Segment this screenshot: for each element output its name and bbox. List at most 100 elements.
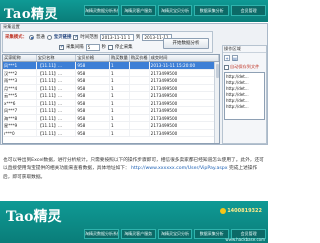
interval-label: 采集间隔 xyxy=(66,45,84,50)
top-menu-item-4[interactable]: 数据采集分析 xyxy=(194,5,230,16)
table-cell: 958 xyxy=(76,62,110,69)
table-cell: 2173499500 xyxy=(150,107,219,114)
footer-menu-item-2[interactable]: 淘精灵客户服务 xyxy=(120,229,156,239)
table-row[interactable]: r***0 【11.11】... 958 1 2173499500 xyxy=(3,129,219,137)
footer-menu-item-1[interactable]: 淘精灵数据分析系统 xyxy=(84,229,119,239)
table-row[interactable]: 海***8 【11.11】... 958 1 2173499500 xyxy=(3,114,219,122)
add-icon[interactable]: + xyxy=(224,55,230,61)
qq-number: 1400819322 xyxy=(227,208,262,214)
url-line: http://det... xyxy=(226,104,249,109)
table-cell: 【11.11】... xyxy=(37,114,77,121)
table-cell xyxy=(130,77,150,84)
side-panel-title: 操作区域 xyxy=(223,46,266,53)
auto-save-label: 自动保存到文件 xyxy=(230,64,260,69)
table-cell: 958 xyxy=(76,77,110,84)
url-list[interactable]: http://det... http://det... http://det..… xyxy=(224,72,265,120)
table-cell: 【11.11】... xyxy=(37,62,77,69)
table-cell: 【11.11】... xyxy=(37,122,77,129)
time-to-label: 到 xyxy=(135,35,141,40)
interval-row: 采集间隔 5 秒 停止采集 xyxy=(59,43,133,51)
table-cell: x***6 xyxy=(3,99,37,106)
table-cell: 1 xyxy=(110,84,130,91)
table-cell: 风***1 xyxy=(3,62,37,69)
app-window: 采集设置 采集模式： 普通 宝贝链接 时间范围 2013-11-11 1 到 2… xyxy=(0,23,268,145)
table-cell xyxy=(130,69,150,76)
col-header-buyer[interactable]: 买家昵称 xyxy=(3,55,37,61)
site-watermark: www.hackbase.com xyxy=(225,237,265,242)
interval-checkbox[interactable] xyxy=(59,44,64,50)
table-row[interactable]: 雨***3 【11.11】... 958 1 2173499500 xyxy=(3,77,219,85)
table-row[interactable]: 风***7 【11.11】... 958 1 2173499500 xyxy=(3,107,219,115)
table-cell xyxy=(130,84,150,91)
table-cell: 958 xyxy=(76,129,110,136)
table-cell: 2013-11-11 15:20:00 xyxy=(150,62,219,69)
table-cell: 【11.11】... xyxy=(37,92,77,99)
auto-save-checkbox[interactable] xyxy=(224,64,229,70)
table-cell xyxy=(130,99,150,106)
table-cell: 2173499500 xyxy=(150,92,219,99)
footer-menu-item-4[interactable]: 数据采集分析 xyxy=(194,229,230,239)
time-range-label: 时间范围 xyxy=(80,35,98,40)
table-cell: 海***8 xyxy=(3,114,37,121)
time-start-field[interactable]: 2013-11-11 1 xyxy=(99,33,134,41)
article-paragraph: 也可以导出到Excel数据，进行分析统计。只需要按照以下的操作步骤即可，相信很多… xyxy=(3,157,265,182)
table-cell: 2173499500 xyxy=(150,99,219,106)
table-cell: 【11.11】... xyxy=(37,99,77,106)
table-cell: 【11.11】... xyxy=(37,84,77,91)
table-row[interactable]: 云***5 【11.11】... 958 1 2173499500 xyxy=(3,92,219,100)
top-menu-item-1[interactable]: 淘精灵数据分析系统 xyxy=(84,5,119,16)
table-cell: 958 xyxy=(76,114,110,121)
table-cell: 2173499500 xyxy=(150,129,219,136)
table-cell: 风***7 xyxy=(3,107,37,114)
list-icon[interactable]: ▤ xyxy=(232,55,238,61)
table-cell: 1 xyxy=(110,122,130,129)
table-cell xyxy=(130,122,150,129)
table-scrollbar[interactable] xyxy=(214,62,219,143)
table-cell: 星***9 xyxy=(3,122,37,129)
footer-banner: Tao精灵 1400819322 淘精灵数据分析系统 淘精灵客户服务 淘精灵宝贝… xyxy=(0,201,268,243)
table-row[interactable]: 月***4 【11.11】... 958 1 2173499500 xyxy=(3,84,219,92)
table-header: 买家昵称 宝贝名称 宝贝价格 购买数量 购买价格 成交时间 xyxy=(3,55,219,62)
article-link[interactable]: http://www.xxxxxx.com/User/VipPay.aspx xyxy=(131,166,227,171)
mode-radio-link[interactable] xyxy=(46,34,52,40)
table-cell: 1 xyxy=(110,62,130,69)
col-header-time[interactable]: 成交时间 xyxy=(150,55,219,61)
table-row[interactable]: 风***1 【11.11】... 958 1 2013-11-11 15:20:00 xyxy=(3,62,219,70)
col-header-paid[interactable]: 购买价格 xyxy=(130,55,150,61)
footer-menu-item-3[interactable]: 淘精灵宝贝分析 xyxy=(157,229,193,239)
interval-field[interactable]: 5 xyxy=(85,43,100,51)
table-cell: 【11.11】... xyxy=(37,69,77,76)
table-cell: 2173499500 xyxy=(150,114,219,121)
top-menu-item-3[interactable]: 淘精灵宝贝分析 xyxy=(157,5,193,16)
col-header-item[interactable]: 宝贝名称 xyxy=(37,55,77,61)
scrollbar-thumb[interactable] xyxy=(215,64,219,78)
table-cell: 958 xyxy=(76,122,110,129)
footer-logo: Tao精灵 xyxy=(6,209,62,225)
auto-save-row: 自动保存到文件 xyxy=(223,63,266,71)
table-cell: 1 xyxy=(110,129,130,136)
table-row[interactable]: x***6 【11.11】... 958 1 2173499500 xyxy=(3,99,219,107)
start-analysis-button[interactable]: 开始数据分析 xyxy=(163,38,209,49)
table-cell: 【11.11】... xyxy=(37,107,77,114)
qq-contact[interactable]: 1400819322 xyxy=(220,208,262,214)
table-cell: 云***5 xyxy=(3,92,37,99)
col-header-price[interactable]: 宝贝价格 xyxy=(76,55,110,61)
qq-icon xyxy=(220,208,227,214)
stop-checkbox[interactable] xyxy=(107,44,113,50)
table-row[interactable]: 汉***2 【11.11】... 958 1 2173499500 xyxy=(3,69,219,77)
col-header-qty[interactable]: 购买数量 xyxy=(110,55,130,61)
mode-normal-label: 普通 xyxy=(35,35,45,40)
table-cell: 1 xyxy=(110,114,130,121)
table-cell: 【11.11】... xyxy=(37,77,77,84)
table-cell: 1 xyxy=(110,92,130,99)
top-menu-item-5[interactable]: 会员管理 xyxy=(231,5,266,16)
mode-radio-normal[interactable] xyxy=(28,34,34,40)
top-menu-item-2[interactable]: 淘精灵客户服务 xyxy=(120,5,156,16)
table-cell: 月***4 xyxy=(3,84,37,91)
mode-link-label: 宝贝链接 xyxy=(53,35,72,40)
table-cell xyxy=(130,114,150,121)
table-cell xyxy=(130,92,150,99)
table-row[interactable]: 星***9 【11.11】... 958 1 2173499500 xyxy=(3,122,219,130)
table-cell: 958 xyxy=(76,69,110,76)
time-range-checkbox[interactable] xyxy=(73,34,79,40)
